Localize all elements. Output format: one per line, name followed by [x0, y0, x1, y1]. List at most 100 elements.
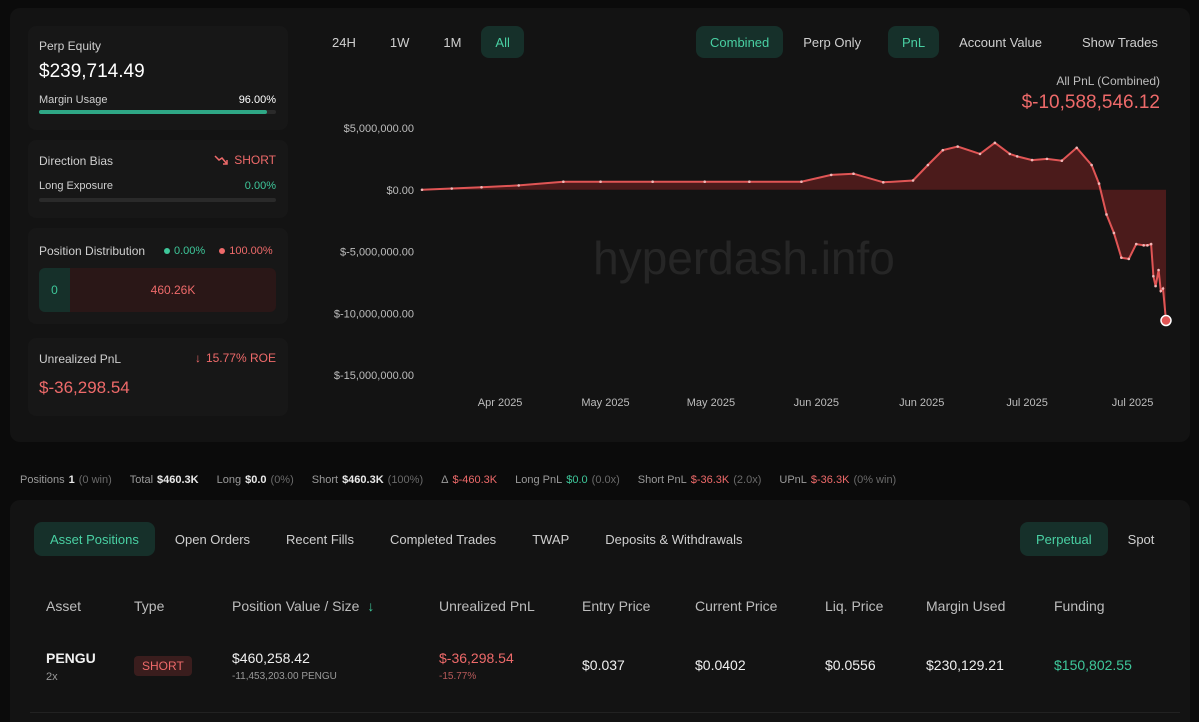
unrealized-pnl-value: $-36,298.54 [39, 378, 130, 397]
dist-long-pct: 0.00% [174, 245, 206, 257]
x-tick-label: Jun 2025 [899, 397, 944, 409]
long-pnl-note: (0.0x) [591, 474, 620, 486]
positions-tabs: Asset Positions Open Orders Recent Fills… [34, 522, 759, 556]
pnl-point [1146, 244, 1149, 247]
short-pnl-label: Short PnL [637, 474, 687, 486]
mode-perp-only-button[interactable]: Perp Only [789, 26, 875, 58]
metric-selector: PnL Account Value [888, 26, 1056, 58]
long-exposure-value: 0.00% [244, 180, 276, 192]
dist-short-pct: 100.00% [229, 245, 273, 257]
x-tick-label: Jul 2025 [1112, 397, 1154, 409]
range-1w-button[interactable]: 1W [376, 26, 424, 58]
pnl-point [1157, 268, 1160, 272]
show-trades-button[interactable]: Show Trades [1068, 26, 1172, 58]
metric-pnl-button[interactable]: PnL [888, 26, 940, 58]
col-liq-price[interactable]: Liq. Price [825, 598, 883, 614]
metric-account-value-button[interactable]: Account Value [945, 26, 1056, 58]
unrealized-pnl-label: Unrealized PnL [39, 352, 122, 366]
positions-panel: Asset Positions Open Orders Recent Fills… [10, 500, 1190, 722]
y-tick-label: $-10,000,000.00 [334, 308, 414, 320]
pnl-point [1045, 157, 1049, 161]
arrow-down-icon: ↓ [194, 351, 201, 365]
pnl-point [1030, 158, 1034, 162]
range-1m-button[interactable]: 1M [429, 26, 475, 58]
mode-combined-button[interactable]: Combined [696, 26, 784, 58]
upnl-note: (0% win) [853, 474, 897, 486]
dist-short-value: 460.26K [150, 283, 196, 297]
perp-equity-label: Perp Equity [39, 39, 102, 53]
pnl-point [1105, 213, 1108, 216]
distribution-bar: 0 460.26K [39, 268, 276, 312]
unrealized-pnl-cell: $-36,298.54 [439, 650, 514, 666]
pnl-point [1120, 256, 1123, 259]
tab-twap[interactable]: TWAP [516, 522, 585, 556]
long-exposure-bar [39, 198, 276, 202]
distribution-short-segment: 460.26K [70, 268, 276, 312]
pnl-point [517, 184, 521, 187]
range-all-button[interactable]: All [481, 26, 524, 58]
current-price: $0.0402 [695, 657, 746, 673]
position-size: -11,453,203.00 PENGU [232, 671, 337, 682]
col-type[interactable]: Type [134, 598, 164, 614]
long-value: $0.0 [245, 474, 267, 486]
short-value: $460.3K [342, 474, 384, 486]
margin-usage-fill [39, 110, 267, 114]
tab-spot[interactable]: Spot [1112, 522, 1171, 556]
show-trades-control: Show Trades [1068, 26, 1172, 58]
tab-recent-fills[interactable]: Recent Fills [270, 522, 370, 556]
pnl-point [800, 180, 803, 184]
total-label: Total [129, 474, 154, 486]
x-tick-label: Jun 2025 [794, 397, 839, 409]
row-divider [30, 712, 1180, 713]
pnl-point [1127, 257, 1131, 261]
short-label: Short [311, 474, 339, 486]
short-dot-icon [219, 248, 226, 254]
short-pnl-note: (2.0x) [733, 474, 762, 486]
y-tick-label: $-15,000,000.00 [334, 370, 414, 382]
pnl-point [1152, 274, 1155, 278]
col-unrealized-pnl[interactable]: Unrealized PnL [439, 598, 535, 614]
funding: $150,802.55 [1054, 657, 1132, 673]
col-current-price[interactable]: Current Price [695, 598, 777, 614]
position-value: $460,258.42 [232, 650, 310, 666]
x-tick-label: Jul 2025 [1006, 397, 1048, 409]
upnl-value: $-36.3K [810, 474, 850, 486]
range-24h-button[interactable]: 24H [318, 26, 370, 58]
pnl-point [956, 145, 959, 148]
pnl-end-marker [1160, 314, 1172, 327]
pnl-point [978, 152, 982, 156]
col-asset[interactable]: Asset [46, 598, 81, 614]
direction-bias-label: Direction Bias [39, 154, 114, 168]
pnl-point [703, 180, 707, 184]
col-funding[interactable]: Funding [1054, 598, 1105, 614]
pnl-point [881, 181, 885, 184]
pnl-point [1008, 152, 1012, 156]
col-entry-price[interactable]: Entry Price [582, 598, 650, 614]
delta-value: $-460.3K [452, 474, 498, 486]
tab-completed-trades[interactable]: Completed Trades [374, 522, 512, 556]
short-pnl-value: $-36.3K [690, 474, 730, 486]
pnl-point [1161, 287, 1165, 290]
pnl-point [852, 172, 855, 175]
pnl-point [1154, 284, 1157, 288]
long-pnl-value: $0.0 [566, 474, 588, 486]
pnl-point [1142, 244, 1145, 247]
stats-strip: Positions 1 (0 win) Total $460.3K Long $… [20, 474, 896, 488]
upnl-label: UPnL [779, 474, 807, 486]
y-tick-label: $-5,000,000.00 [340, 247, 414, 259]
x-tick-label: Apr 2025 [478, 397, 523, 409]
tab-open-orders[interactable]: Open Orders [159, 522, 266, 556]
tab-perpetual[interactable]: Perpetual [1020, 522, 1108, 556]
pnl-point [748, 180, 751, 184]
tab-deposits-withdrawals[interactable]: Deposits & Withdrawals [589, 522, 758, 556]
col-position-value-label: Position Value / Size [232, 598, 360, 614]
pnl-point [450, 187, 454, 190]
pnl-point [599, 180, 602, 184]
col-margin-used[interactable]: Margin Used [926, 598, 1005, 614]
col-position-value[interactable]: Position Value / Size ↓ [232, 598, 374, 614]
pnl-point [1134, 242, 1138, 246]
asset-name[interactable]: PENGU [46, 650, 96, 666]
y-tick-label: $0.00 [386, 185, 414, 197]
tab-asset-positions[interactable]: Asset Positions [34, 522, 155, 556]
margin-usage-bar [39, 110, 276, 114]
